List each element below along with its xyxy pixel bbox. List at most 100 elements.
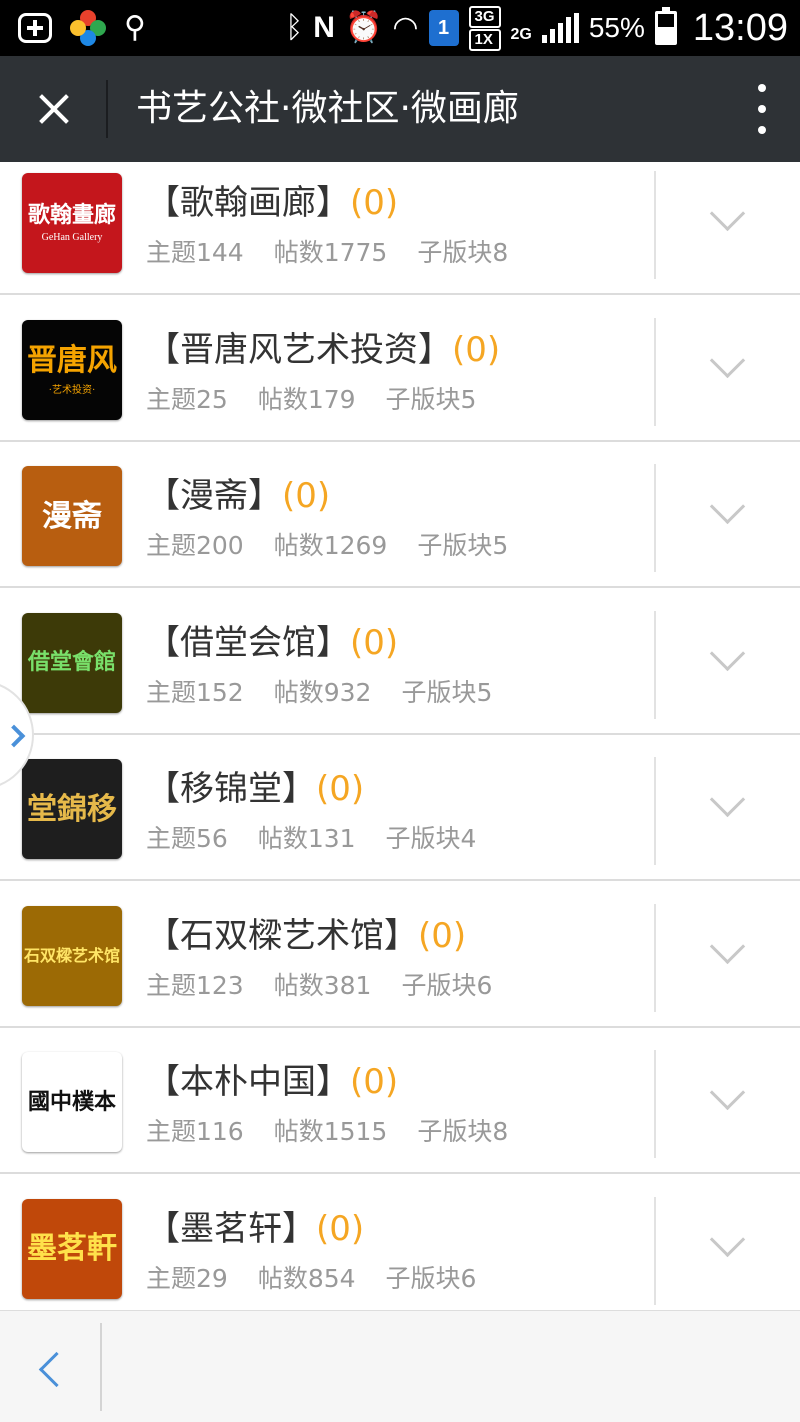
post-count: 帖数1775 [273,238,388,267]
forum-logo-subtext: ·艺术投资· [48,384,96,396]
forum-name[interactable]: 【晋唐风艺术投资】(0) [146,322,500,371]
alarm-icon: ⏰ [344,10,383,45]
forum-title: 【本朴中国】 [146,1062,350,1102]
forum-logo[interactable]: 石双樑艺术馆 [22,905,122,1006]
forum-logo[interactable]: 歌翰畫廊 GeHan Gallery [22,173,122,273]
topic-count: 主题56 [146,824,228,853]
chevron-down-icon[interactable] [656,1050,800,1158]
forum-logo[interactable]: 借堂會館 [22,612,122,713]
topic-count: 主题144 [146,238,244,267]
forum-logo-text: 歌翰畫廊 [27,202,116,229]
forum-logo[interactable]: 墨茗軒 [22,1198,122,1299]
forum-title: 【借堂会馆】 [146,622,350,663]
forum-stats: 主题144 帖数1775 子版块8 [146,233,508,269]
bottom-divider [100,1323,102,1411]
title-bar: 书艺公社·微社区·微画廊 [0,56,800,162]
chevron-down-icon[interactable] [656,904,800,1012]
forum-row[interactable]: 國中樸本 【本朴中国】(0) 主题116 帖数1515 子版块8 [0,1028,800,1174]
chevron-left-icon[interactable] [10,1319,90,1411]
forum-name[interactable]: 【墨茗轩】(0) [146,1201,364,1250]
battery-percent: 55% [588,12,645,43]
forum-logo[interactable]: 晋唐风 ·艺术投资· [22,319,122,420]
subforum-count: 子版块8 [417,1117,509,1146]
network-type: 3G 1X [468,5,501,51]
topic-count: 主题152 [146,677,244,707]
wifi-icon: ◠ [392,10,419,45]
forum-logo-subtext: GeHan Gallery [41,231,103,243]
forum-logo-text: 借堂會館 [27,649,116,676]
more-vertical-icon[interactable] [754,84,770,134]
forum-logo-text: 石双樑艺术馆 [23,945,120,965]
network-3g-label: 3G [468,5,501,28]
status-right-icons: ᛒ N ⏰ ◠ 1 3G 1X 2G 55% 13:09 [285,5,788,51]
chevron-down-icon[interactable] [656,611,800,719]
forum-row[interactable]: 堂錦移 【移锦堂】(0) 主题56 帖数131 子版块4 [0,735,800,881]
forum-logo-text: 漫斋 [42,498,102,534]
forum-list: 歌翰畫廊 GeHan Gallery 【歌翰画廊】(0) 主题144 帖数1775 子版块… [0,162,800,1310]
forum-new-count: (0) [316,769,365,809]
forum-stats: 主题123 帖数381 子版块6 [146,966,492,1002]
chevron-down-icon[interactable] [656,318,800,426]
forum-name[interactable]: 【本朴中国】(0) [146,1054,398,1103]
topic-count: 主题123 [146,970,244,1000]
status-bar: ⚲ ᛒ N ⏰ ◠ 1 3G 1X 2G 55% 13:09 [0,0,800,56]
network-1x-label: 1X [468,28,501,51]
post-count: 帖数1269 [273,531,388,560]
forum-logo[interactable]: 漫斋 [22,466,122,566]
post-count: 帖数179 [257,384,356,414]
post-count: 帖数381 [273,970,372,1000]
chevron-down-icon[interactable] [656,171,800,279]
usb-icon: ⚲ [124,10,146,45]
topic-count: 主题25 [146,384,228,414]
forum-row[interactable]: 墨茗軒 【墨茗轩】(0) 主题29 帖数854 子版块6 [0,1174,800,1310]
forum-name[interactable]: 【借堂会馆】(0) [146,615,398,664]
subforum-count: 子版块6 [401,970,493,1000]
forum-logo[interactable]: 堂錦移 [22,759,122,859]
forum-row[interactable]: 借堂會館 【借堂会馆】(0) 主题152 帖数932 子版块5 [0,588,800,735]
chevron-down-icon[interactable] [656,1197,800,1305]
forum-title: 【晋唐风艺术投资】 [146,329,452,370]
forum-name[interactable]: 【移锦堂】(0) [146,761,364,810]
sim-badge: 1 [428,10,459,46]
nfc-icon: N [313,11,335,44]
forum-stats: 主题25 帖数179 子版块5 [146,380,476,416]
clock: 13:09 [692,6,788,49]
forum-new-count: (0) [350,622,399,663]
page-title: 书艺公社·微社区·微画廊 [136,88,519,129]
forum-logo-text: 國中樸本 [27,1088,116,1115]
topic-count: 主题29 [146,1263,228,1293]
forum-stats: 主题29 帖数854 子版块6 [146,1259,476,1295]
forum-name[interactable]: 【漫斋】(0) [146,468,330,517]
bluetooth-icon: ᛒ [285,10,304,45]
chevron-down-icon[interactable] [656,464,800,572]
forum-stats: 主题56 帖数131 子版块4 [146,819,476,855]
forum-stats: 主题116 帖数1515 子版块8 [146,1112,508,1148]
forum-title: 【漫斋】 [146,476,282,516]
chevron-down-icon[interactable] [656,757,800,865]
topic-count: 主题200 [146,531,244,560]
forum-logo-text: 晋唐风 [27,342,117,378]
forum-row[interactable]: 晋唐风 ·艺术投资· 【晋唐风艺术投资】(0) 主题25 帖数179 子版块5 [0,295,800,442]
forum-logo[interactable]: 國中樸本 [22,1052,122,1152]
forum-stats: 主题200 帖数1269 子版块5 [146,526,508,562]
forum-title: 【墨茗轩】 [146,1208,316,1249]
topic-count: 主题116 [146,1117,244,1146]
bottom-toolbar [0,1310,800,1422]
close-icon[interactable] [20,76,86,142]
forum-title: 【移锦堂】 [146,769,316,809]
forum-title: 【石双樑艺术馆】 [146,915,418,956]
forum-name[interactable]: 【石双樑艺术馆】(0) [146,908,466,957]
forum-row[interactable]: 歌翰畫廊 GeHan Gallery 【歌翰画廊】(0) 主题144 帖数1775 子版块… [0,162,800,295]
forum-row[interactable]: 石双樑艺术馆 【石双樑艺术馆】(0) 主题123 帖数381 子版块6 [0,881,800,1028]
subforum-count: 子版块4 [385,824,477,853]
forum-row[interactable]: 漫斋 【漫斋】(0) 主题200 帖数1269 子版块5 [0,442,800,588]
subforum-count: 子版块6 [385,1263,477,1293]
forum-new-count: (0) [350,183,399,223]
subforum-count: 子版块5 [401,677,493,707]
signal-icon [541,13,579,43]
subforum-count: 子版块5 [385,384,477,414]
clover-icon [70,10,106,46]
forum-name[interactable]: 【歌翰画廊】(0) [146,175,398,224]
forum-new-count: (0) [350,1062,399,1102]
forum-logo-text: 墨茗軒 [27,1231,117,1266]
